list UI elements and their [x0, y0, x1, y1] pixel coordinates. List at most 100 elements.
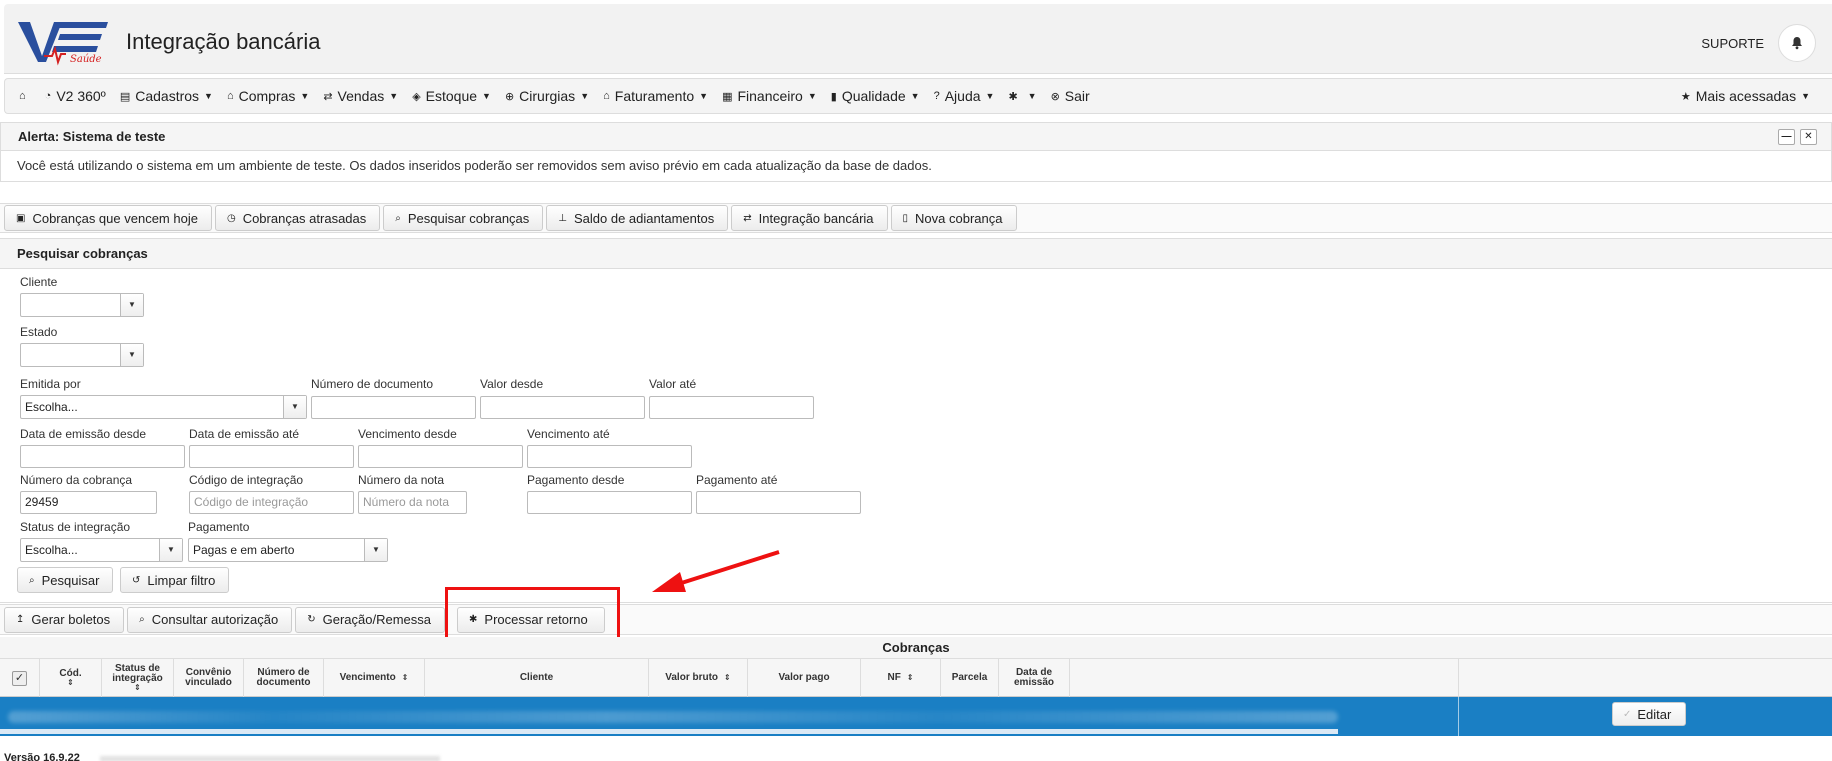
codigo-integracao-label: Código de integração — [189, 473, 304, 487]
caret-down-icon: ▼ — [482, 91, 491, 101]
minimize-button[interactable]: — — [1778, 129, 1795, 145]
app-logo[interactable]: Saúde — [16, 16, 112, 66]
numero-cobranca-input[interactable]: 29459 — [20, 491, 157, 514]
data-emissao-desde-input[interactable] — [20, 445, 185, 468]
version-label: Versão 16.9.22 — [4, 752, 80, 761]
chart-icon: ◔ — [44, 90, 52, 102]
emitida-por-label: Emitida por — [20, 377, 81, 391]
pesquisar-button[interactable]: ⌕ Pesquisar — [17, 567, 114, 593]
tab-integracao-bancaria[interactable]: ⇄ Integração bancária — [731, 205, 888, 231]
main-menu: ⌂ ◔ V2 360º ▤ Cadastros ▼ ⌂ Compras ▼ ⇄ Vendas… — [4, 78, 1832, 114]
alert-panel: Alerta: Sistema de teste — ✕ Você está u… — [0, 122, 1832, 182]
pagamento-ate-label: Pagamento até — [696, 473, 778, 487]
menu-settings[interactable]: ✱ ▼ — [1008, 90, 1036, 103]
caret-down-icon: ▼ — [699, 91, 709, 101]
column-valor-bruto[interactable]: Valor bruto ⇕ — [649, 659, 748, 697]
table-row[interactable]: ✓ Editar — [0, 697, 1832, 736]
menu-v2-360[interactable]: ◔ V2 360º — [45, 88, 106, 104]
column-vencimento[interactable]: Vencimento ⇕ — [324, 659, 425, 697]
tab-cobrancas-hoje[interactable]: ▣ Cobranças que vencem hoje — [4, 205, 212, 231]
tab-cobrancas-atrasadas[interactable]: ◷ Cobranças atrasadas — [214, 205, 381, 231]
menu-estoque[interactable]: ◈ Estoque ▼ — [412, 88, 491, 104]
status-integracao-select[interactable]: Escolha... ▼ — [20, 538, 183, 562]
menu-financeiro[interactable]: ▦ Financeiro ▼ — [722, 88, 817, 104]
pagamento-ate-input[interactable] — [696, 491, 861, 514]
check-icon: ✓ — [14, 671, 25, 684]
select-all-checkbox[interactable]: ✓ — [12, 670, 27, 686]
menu-faturamento[interactable]: ⌂ Faturamento ▼ — [603, 88, 708, 104]
menu-qualidade[interactable]: ▮ Qualidade ▼ — [831, 88, 920, 104]
caret-down-icon: ▼ — [159, 539, 182, 561]
row-divider — [1458, 697, 1459, 736]
minus-icon: — — [1781, 131, 1792, 142]
vencimento-desde-input[interactable] — [358, 445, 523, 468]
data-emissao-ate-input[interactable] — [189, 445, 354, 468]
notifications-button[interactable] — [1778, 24, 1816, 62]
tab-nova-cobranca[interactable]: ▯ Nova cobrança — [890, 205, 1017, 231]
close-icon: ✕ — [1804, 131, 1813, 142]
cobrancas-tabs: ▣ Cobranças que vencem hoje ◷ Cobranças at… — [0, 203, 1832, 233]
close-circle-icon: ⊗ — [1050, 90, 1060, 103]
vencimento-ate-input[interactable] — [527, 445, 692, 468]
pagamento-desde-input[interactable] — [527, 491, 692, 514]
consultar-autorizacao-button[interactable]: ⌕ Consultar autorização — [127, 606, 293, 633]
numero-documento-input[interactable] — [311, 396, 476, 419]
menu-ajuda[interactable]: ? Ajuda ▼ — [934, 88, 995, 104]
status-integracao-label: Status de integração — [20, 520, 131, 534]
caret-down-icon: ▼ — [985, 91, 995, 101]
column-blank — [1070, 659, 1459, 697]
tab-pesquisar-cobrancas[interactable]: ⌕ Pesquisar cobranças — [383, 205, 544, 231]
star-icon: ★ — [1680, 90, 1691, 103]
gerar-boletos-button[interactable]: ↥ Gerar boletos — [4, 606, 125, 633]
numero-documento-label: Número de documento — [311, 377, 434, 391]
pagamento-label: Pagamento — [188, 520, 250, 534]
menu-mais-acessadas[interactable]: ★ Mais acessadas ▼ — [1681, 88, 1810, 104]
sort-icon: ⇕ — [401, 673, 409, 682]
column-valor-pago: Valor pago — [748, 659, 861, 697]
question-icon: ? — [933, 90, 940, 102]
caret-down-icon: ▼ — [300, 91, 310, 101]
menu-vendas[interactable]: ⇄ Vendas ▼ — [323, 88, 398, 104]
close-alert-button[interactable]: ✕ — [1800, 129, 1817, 145]
user-label[interactable]: SUPORTE — [1701, 36, 1764, 51]
pagamento-select[interactable]: Pagas e em aberto ▼ — [188, 538, 388, 562]
sort-icon: ⇕ — [724, 673, 731, 682]
search-icon: ⌕ — [395, 212, 401, 224]
column-cod[interactable]: Cód. ⇕ — [40, 659, 102, 697]
editar-button[interactable]: ✓ Editar — [1612, 702, 1687, 726]
vencimento-ate-label: Vencimento até — [527, 427, 610, 441]
tab-saldo-adiantamentos[interactable]: ⊥ Saldo de adiantamentos — [546, 205, 729, 231]
column-status-integracao[interactable]: Status de integração ⇕ — [102, 659, 174, 697]
caret-down-icon: ▼ — [120, 344, 143, 366]
search-icon: ⌕ — [29, 574, 35, 586]
valor-ate-input[interactable] — [649, 396, 814, 419]
column-data-emissao: Data de emissão — [999, 659, 1070, 697]
search-panel-title: Pesquisar cobranças — [0, 239, 1832, 269]
estado-select[interactable]: ▼ — [20, 343, 144, 367]
cliente-select[interactable]: ▼ — [20, 293, 144, 317]
bell-icon — [1792, 37, 1802, 50]
emitida-por-select[interactable]: Escolha... ▼ — [20, 395, 307, 419]
actions-toolbar: ↥ Gerar boletos ⌕ Consultar autorização ↻ G… — [0, 604, 1832, 635]
valor-desde-label: Valor desde — [480, 377, 544, 391]
sort-icon: ⇕ — [134, 683, 141, 692]
menu-cirurgias[interactable]: ⊕ Cirurgias ▼ — [505, 88, 589, 104]
menu-home[interactable]: ⌂ — [19, 90, 31, 102]
column-nf[interactable]: NF ⇕ — [861, 659, 941, 697]
cliente-label: Cliente — [20, 275, 58, 289]
app-header: Saúde Integração bancária SUPORTE — [4, 4, 1832, 74]
numero-nota-input[interactable]: Número da nota — [358, 491, 467, 514]
redacted-row-content — [8, 711, 1338, 723]
book-icon: ▮ — [830, 90, 837, 103]
geracao-remessa-button[interactable]: ↻ Geração/Remessa — [295, 606, 446, 633]
codigo-integracao-input[interactable]: Código de integração — [189, 491, 354, 514]
limpar-filtro-button[interactable]: ↺ Limpar filtro — [120, 567, 230, 593]
menu-compras[interactable]: ⌂ Compras ▼ — [227, 88, 309, 104]
select-all-column: ✓ — [0, 659, 40, 697]
menu-cadastros[interactable]: ▤ Cadastros ▼ — [120, 88, 213, 104]
svg-text:Saúde: Saúde — [70, 54, 102, 65]
column-cliente: Cliente — [425, 659, 649, 697]
search-icon: ⌕ — [139, 614, 145, 625]
valor-desde-input[interactable] — [480, 396, 645, 419]
menu-sair[interactable]: ⊗ Sair — [1051, 88, 1090, 104]
